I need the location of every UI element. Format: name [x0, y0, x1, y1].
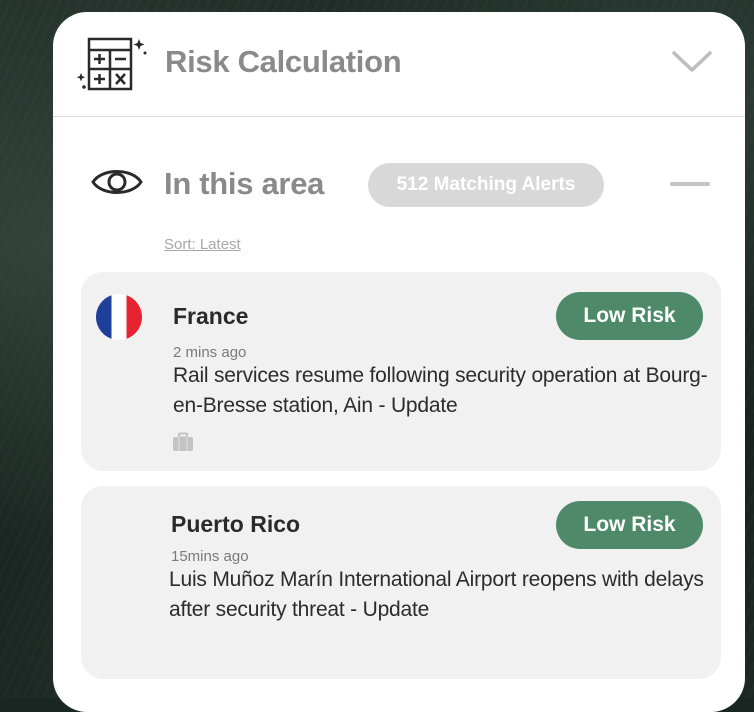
- alert-headline: Luis Muñoz Marín International Airport r…: [169, 568, 704, 621]
- risk-level-badge: Low Risk: [556, 292, 703, 340]
- area-title: In this area: [164, 166, 325, 201]
- briefcase-icon: [173, 432, 193, 451]
- alert-time: 2 mins ago: [173, 344, 247, 361]
- alert-country: France: [173, 303, 249, 329]
- panel-title: Risk Calculation: [165, 44, 402, 79]
- sort-link[interactable]: Sort: Latest: [164, 236, 241, 253]
- risk-panel: Risk Calculation In this area 512 Matchi…: [53, 12, 745, 712]
- alert-card[interactable]: Puerto Rico Low Risk 15mins ago Luis Muñ…: [81, 486, 721, 679]
- chevron-down-icon[interactable]: [671, 50, 713, 74]
- alert-headline: Rail services resume following security …: [173, 364, 708, 417]
- area-section-header: In this area 512 Matching Alerts: [53, 152, 745, 222]
- risk-calculation-header[interactable]: Risk Calculation: [53, 12, 745, 117]
- alert-card[interactable]: France Low Risk 2 mins ago Rail services…: [81, 272, 721, 471]
- calculator-icon: [76, 37, 147, 91]
- eye-icon: [91, 170, 143, 194]
- matching-alerts-badge[interactable]: 512 Matching Alerts: [368, 163, 604, 207]
- minus-icon[interactable]: [670, 182, 710, 186]
- risk-level-badge: Low Risk: [556, 501, 703, 549]
- alert-time: 15mins ago: [171, 548, 249, 565]
- france-flag-icon: [96, 294, 142, 340]
- alert-country: Puerto Rico: [171, 511, 301, 537]
